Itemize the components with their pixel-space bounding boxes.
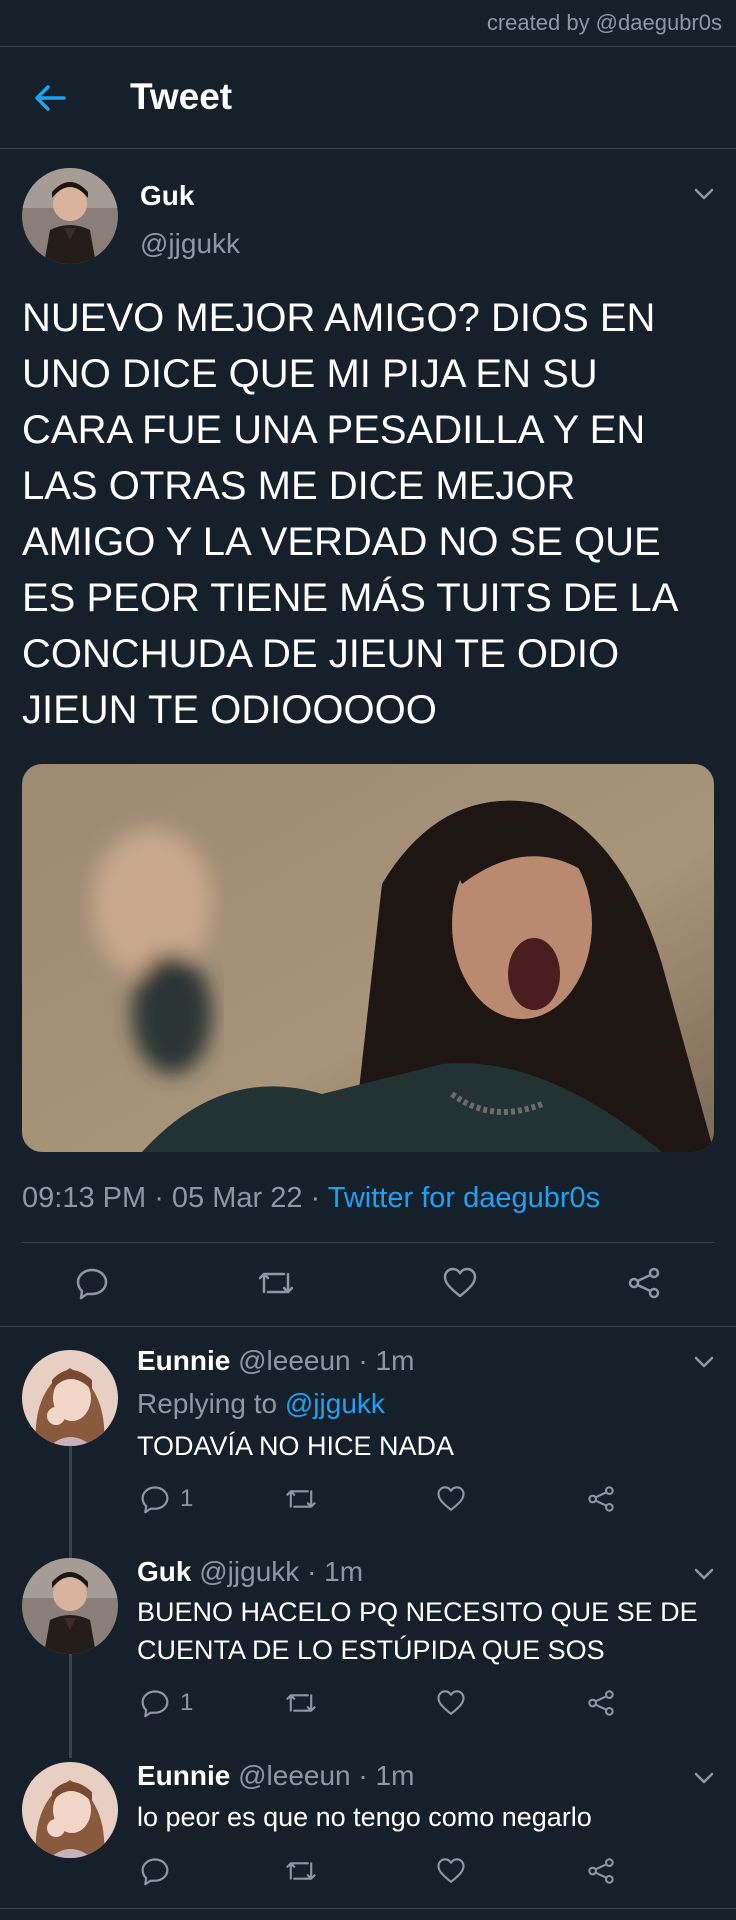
reply-author-name[interactable]: Guk (137, 1556, 191, 1587)
reply-count: 1 (180, 1689, 194, 1716)
thread-line (69, 1652, 72, 1758)
share-icon (586, 1688, 616, 1718)
author-name[interactable]: Guk (140, 180, 194, 212)
reply-author-name[interactable]: Eunnie (137, 1760, 230, 1791)
tweet-image[interactable] (22, 764, 714, 1152)
avatar[interactable] (22, 1558, 118, 1654)
reply-header: Guk @jjgukk · 1m (137, 1556, 736, 1588)
reply-button[interactable] (75, 1266, 109, 1300)
share-button[interactable] (586, 1856, 616, 1886)
retweet-icon (284, 1484, 318, 1514)
page-title: Tweet (130, 76, 233, 117)
like-icon (436, 1856, 466, 1886)
chevron-down-icon[interactable] (692, 1354, 716, 1370)
replying-to: Replying to @jjgukk (137, 1388, 736, 1420)
retweet-icon (284, 1856, 318, 1886)
tweet-text: NUEVO MEJOR AMIGO? DIOS EN UNO DICE QUE … (22, 296, 677, 732)
divider (22, 1242, 714, 1243)
like-button[interactable] (442, 1266, 478, 1300)
top-bar: Tweet (0, 48, 736, 148)
reply-author-handle[interactable]: @leeeun (238, 1760, 351, 1791)
reply-count: 1 (180, 1485, 194, 1512)
avatar[interactable] (22, 168, 118, 264)
like-button[interactable] (436, 1484, 466, 1514)
tweet-time: 09:13 PM (22, 1182, 147, 1214)
share-icon (586, 1484, 616, 1514)
reply-author-handle[interactable]: @jjgukk (199, 1556, 299, 1587)
reply-author-name[interactable]: Eunnie (137, 1345, 230, 1376)
reply-button[interactable]: 1 (140, 1688, 193, 1718)
avatar[interactable] (22, 1350, 118, 1446)
reply-icon (140, 1856, 170, 1886)
reply-icon (75, 1266, 109, 1300)
chevron-down-icon[interactable] (692, 1770, 716, 1786)
avatar[interactable] (22, 1762, 118, 1858)
reply-text: BUENO HACELO PQ NECESITO QUE SE DE CUENT… (137, 1597, 698, 1665)
reply-button[interactable] (140, 1856, 180, 1886)
reply-header: Eunnie @leeeun · 1m (137, 1345, 736, 1377)
meta-separator: · (146, 1182, 172, 1214)
like-icon (442, 1266, 478, 1300)
divider (0, 46, 736, 47)
tweet-source-link[interactable]: Twitter for daegubr0s (328, 1182, 600, 1214)
back-arrow-icon[interactable] (30, 78, 70, 118)
retweet-button[interactable] (284, 1856, 318, 1886)
retweet-button[interactable] (284, 1688, 318, 1718)
replying-to-label: Replying to (137, 1388, 278, 1419)
retweet-button[interactable] (256, 1266, 296, 1300)
divider (0, 148, 736, 149)
divider (0, 1326, 736, 1327)
like-icon (436, 1484, 466, 1514)
reply-icon (140, 1688, 170, 1718)
reply-button[interactable]: 1 (140, 1484, 193, 1514)
reply-time: · 1m (358, 1760, 415, 1791)
share-button[interactable] (586, 1484, 616, 1514)
like-icon (436, 1688, 466, 1718)
share-button[interactable] (626, 1266, 662, 1300)
chevron-down-icon[interactable] (692, 186, 716, 202)
reply-icon (140, 1484, 170, 1514)
reply-author-handle[interactable]: @leeeun (238, 1345, 351, 1376)
meta-separator: · (302, 1182, 328, 1214)
like-button[interactable] (436, 1856, 466, 1886)
retweet-icon (284, 1688, 318, 1718)
retweet-button[interactable] (284, 1484, 318, 1514)
share-icon (586, 1856, 616, 1886)
chevron-down-icon[interactable] (692, 1566, 716, 1582)
divider (0, 1908, 736, 1909)
thread-line (69, 1446, 72, 1566)
credit-watermark: created by @daegubr0s (486, 10, 722, 35)
author-handle[interactable]: @jjgukk (140, 228, 240, 260)
reply-text: TODAVÍA NO HICE NADA (137, 1431, 455, 1461)
reply-time: · 1m (358, 1345, 415, 1376)
share-button[interactable] (586, 1688, 616, 1718)
replying-to-link[interactable]: @jjgukk (285, 1388, 385, 1419)
retweet-icon (256, 1266, 296, 1300)
tweet-date: 05 Mar 22 (171, 1182, 303, 1214)
reply-header: Eunnie @leeeun · 1m (137, 1760, 736, 1792)
like-button[interactable] (436, 1688, 466, 1718)
tweet-meta: 09:13 PM · 05 Mar 22 · Twitter for daegu… (22, 1182, 600, 1215)
share-icon (626, 1266, 662, 1300)
reply-time: · 1m (307, 1556, 364, 1587)
reply-text: lo peor es que no tengo como negarlo (137, 1802, 592, 1832)
